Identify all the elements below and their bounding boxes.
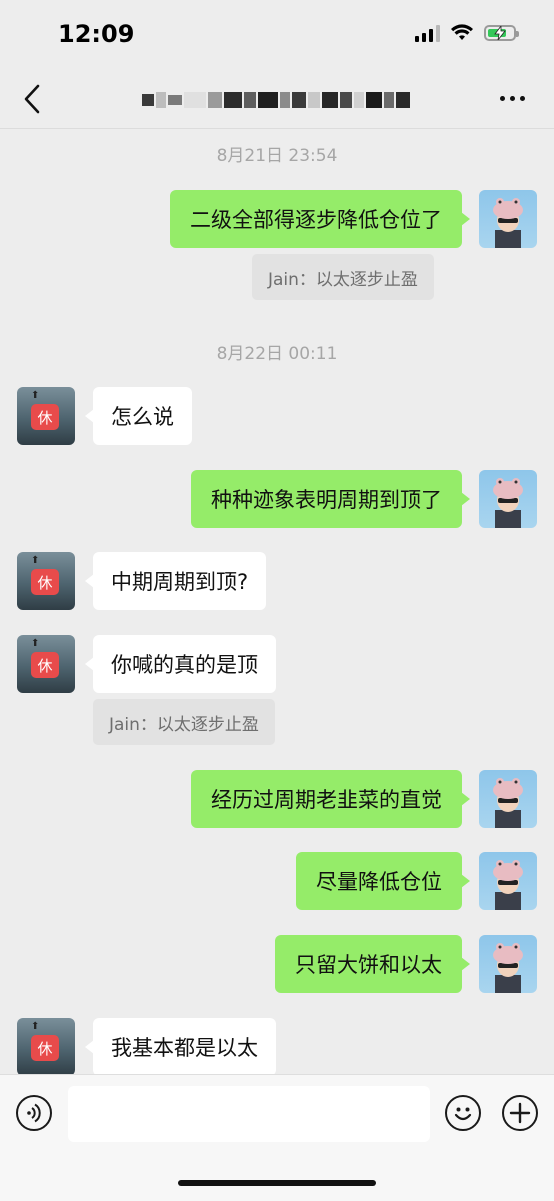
frog-hat-avatar-icon [493, 478, 523, 528]
status-time: 12:09 [58, 20, 135, 48]
contact-avatar[interactable]: ⬆ 休 [17, 387, 75, 445]
home-indicator[interactable] [178, 1180, 376, 1186]
quoted-reply[interactable]: Jain：以太逐步止盈 [93, 699, 275, 745]
message-bubble-received[interactable]: 你喊的真的是顶 [85, 635, 276, 693]
plus-icon [509, 1102, 531, 1124]
my-avatar[interactable] [479, 935, 537, 993]
frog-hat-avatar-icon [493, 198, 523, 248]
voice-button[interactable] [16, 1095, 52, 1131]
message-bubble-sent[interactable]: 种种迹象表明周期到顶了 [191, 470, 470, 528]
frog-hat-avatar-icon [493, 778, 523, 828]
battery-icon [484, 25, 519, 41]
message-bubble-sent[interactable]: 二级全部得逐步降低仓位了 [170, 190, 470, 248]
message-bubble-sent[interactable]: 只留大饼和以太 [275, 935, 470, 993]
contact-avatar[interactable]: ⬆ 休 [17, 1018, 75, 1074]
my-avatar[interactable] [479, 770, 537, 828]
timestamp: 8月22日 00:11 [216, 344, 338, 364]
quoted-reply[interactable]: Jain：以太逐步止盈 [252, 254, 434, 300]
more-dots-icon [499, 95, 505, 101]
status-icons [415, 24, 519, 42]
voice-icon [27, 1103, 41, 1123]
back-button[interactable] [18, 82, 48, 116]
my-avatar[interactable] [479, 470, 537, 528]
my-avatar[interactable] [479, 190, 537, 248]
my-avatar[interactable] [479, 852, 537, 910]
chat-title-pixelated [142, 92, 410, 108]
cellular-signal-icon [415, 24, 440, 42]
status-bar: 12:09 [0, 0, 554, 70]
message-bubble-sent[interactable]: 尽量降低仓位 [296, 852, 470, 910]
more-button[interactable] [492, 84, 532, 112]
chat-area[interactable]: 8月21日 23:54 二级全部得逐步降低仓位了 Jain：以太逐步止盈 8月2… [0, 128, 554, 1074]
message-input[interactable] [68, 1086, 430, 1142]
timestamp: 8月21日 23:54 [216, 146, 338, 166]
chevron-left-icon [24, 84, 40, 114]
wifi-icon [451, 24, 473, 40]
plus-button[interactable] [502, 1095, 538, 1131]
emoji-button[interactable] [445, 1095, 481, 1131]
emoji-icon [454, 1107, 472, 1121]
nav-bar [0, 70, 554, 129]
message-bubble-received[interactable]: 怎么说 [85, 387, 192, 445]
frog-hat-avatar-icon [493, 943, 523, 993]
message-bubble-received[interactable]: 我基本都是以太 [85, 1018, 276, 1074]
message-bubble-received[interactable]: 中期周期到顶? [84, 552, 267, 610]
frog-hat-avatar-icon [493, 860, 523, 910]
message-bubble-sent[interactable]: 经历过周期老韭菜的直觉 [191, 770, 470, 828]
contact-avatar[interactable]: ⬆ 休 [17, 635, 75, 693]
contact-avatar[interactable]: ⬆ 休 [17, 552, 75, 610]
